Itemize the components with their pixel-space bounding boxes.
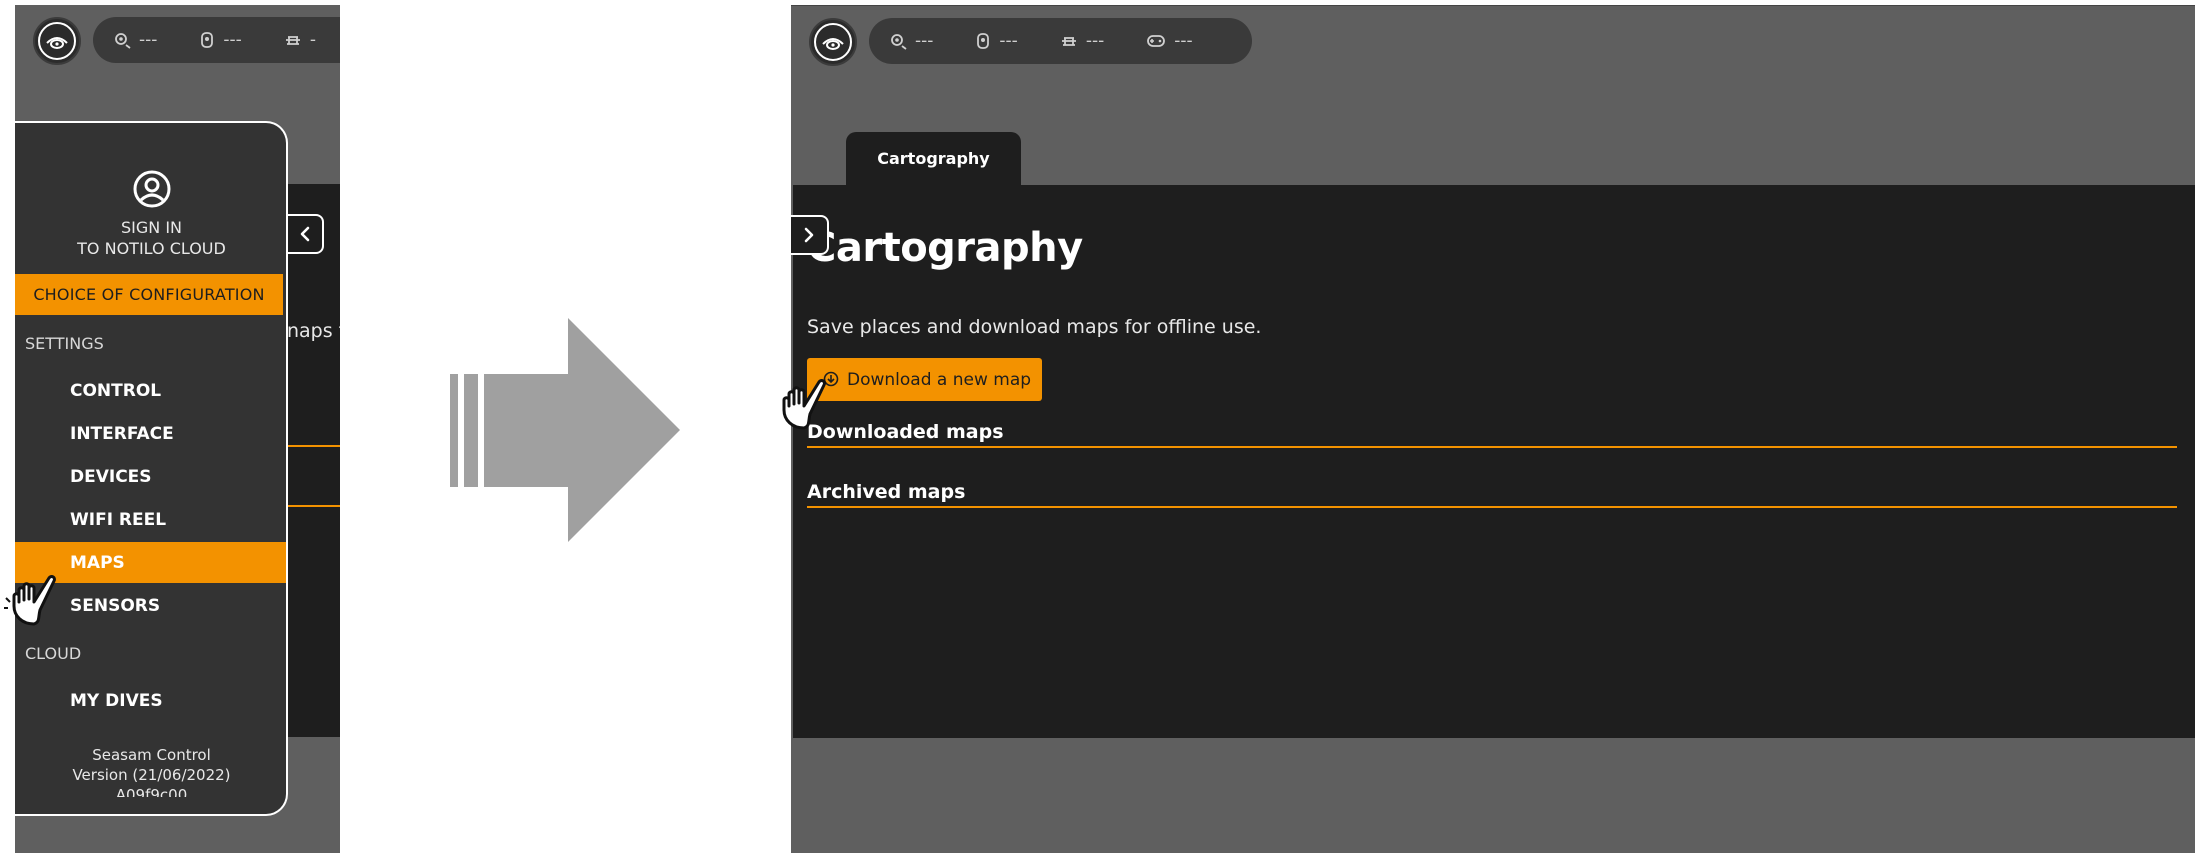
downloaded-maps-divider [807,446,2177,448]
status-bar: --- --- - [93,17,340,63]
expand-drawer-button[interactable] [791,215,829,255]
boat-icon [1061,37,1076,46]
gamepad-icon [1147,35,1166,47]
status-boat-value: --- [1085,31,1105,51]
app-version: Version (21/06/2022) [72,766,231,784]
status-item-boat: --- [1060,31,1104,51]
left-section-divider [287,445,340,447]
status-item-diver: --- [889,31,933,51]
menu-item-interface[interactable]: INTERFACE [15,413,286,454]
archived-maps-heading[interactable]: Archived maps [807,481,965,503]
archived-maps-divider [807,506,2177,508]
navigation-drawer: SIGN IN TO NOTILO CLOUD CHOICE OF CONFIG… [15,121,288,816]
status-item-drone: --- [975,31,1018,51]
drone-icon [977,33,990,49]
app-logo-button[interactable] [33,17,81,65]
tab-cartography[interactable]: Cartography [846,132,1021,185]
diver-position-icon [115,33,131,49]
left-partial-description: naps fo [287,320,340,342]
chevron-left-icon [300,226,310,242]
app-version-info: Seasam Control Version (21/06/2022) A09f… [15,745,286,797]
collapse-drawer-button[interactable] [288,214,324,254]
app-logo-button[interactable] [809,18,857,66]
sign-in-line2: TO NOTILO CLOUD [77,239,226,258]
settings-section-label: SETTINGS [25,334,104,353]
status-diver-value: --- [915,31,934,51]
app-logo-icon [38,22,76,60]
menu-item-devices[interactable]: DEVICES [15,456,286,497]
status-boat-partial: - [309,30,316,50]
app-logo-icon [814,23,852,61]
right-screen-after: --- --- --- --- Cartography Cartography … [791,5,2195,853]
download-new-map-label: Download a new map [847,369,1032,390]
status-bar: --- --- --- --- [869,18,1252,64]
menu-item-wifi-reel[interactable]: WIFI REEL [15,499,286,540]
choice-of-configuration-button[interactable]: CHOICE OF CONFIGURATION [15,274,283,315]
boat-icon [285,36,300,45]
transition-arrow-icon [450,318,680,542]
page-title: Cartography [807,225,1083,271]
page-description: Save places and download maps for offlin… [807,316,1262,338]
pointing-hand-cursor-icon [782,379,826,430]
sign-in-line1: SIGN IN [120,218,182,237]
status-gamepad-value: --- [1174,31,1193,51]
drone-icon [201,32,214,48]
menu-item-my-dives[interactable]: MY DIVES [15,680,286,721]
status-drone-value: --- [223,30,242,50]
status-drone-value: --- [999,31,1018,51]
menu-item-control[interactable]: CONTROL [15,370,286,411]
chevron-right-icon [804,227,814,243]
app-name: Seasam Control [92,746,211,764]
status-item-diver: --- [113,30,157,50]
user-circle-icon [133,170,170,208]
tutorial-canvas: naps fo --- --- - [0,0,2195,853]
cloud-section-label: CLOUD [25,644,82,663]
status-item-gamepad: --- [1146,31,1193,51]
pointing-hand-cursor-icon [4,575,56,626]
status-diver-value: --- [139,30,158,50]
diver-position-icon [891,34,907,50]
app-build: A09f9c00 [115,786,188,797]
status-item-drone: --- [199,30,242,50]
status-item-boat: - [284,30,316,50]
left-section-divider [287,505,340,507]
sign-in-link[interactable]: SIGN IN TO NOTILO CLOUD [15,169,286,259]
